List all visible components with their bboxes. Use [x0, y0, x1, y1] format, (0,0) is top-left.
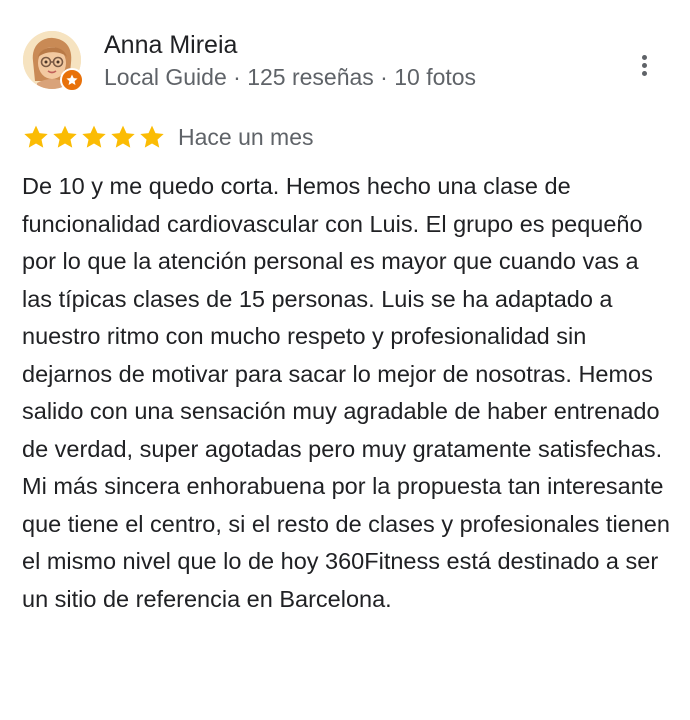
- local-guide-badge: [60, 68, 84, 92]
- more-options-button[interactable]: [634, 49, 656, 81]
- reviewer-meta[interactable]: Local Guide · 125 reseñas · 10 fotos: [104, 62, 476, 92]
- star-icon: [53, 125, 77, 148]
- star-icon: [111, 125, 135, 148]
- star-rating: [22, 123, 166, 151]
- star-icon: [82, 125, 106, 148]
- more-vert-icon: [642, 55, 647, 60]
- avatar[interactable]: [23, 31, 84, 92]
- star-icon: [140, 125, 164, 148]
- review-date: Hace un mes: [178, 124, 314, 150]
- review-text: De 10 y me quedo corta. Hemos hecho una …: [22, 173, 670, 612]
- review-card: Anna Mireia Local Guide · 125 reseñas · …: [0, 0, 690, 720]
- local-guide-star-icon: [66, 74, 78, 85]
- star-icon: [24, 125, 48, 148]
- reviewer-name[interactable]: Anna Mireia: [104, 30, 237, 60]
